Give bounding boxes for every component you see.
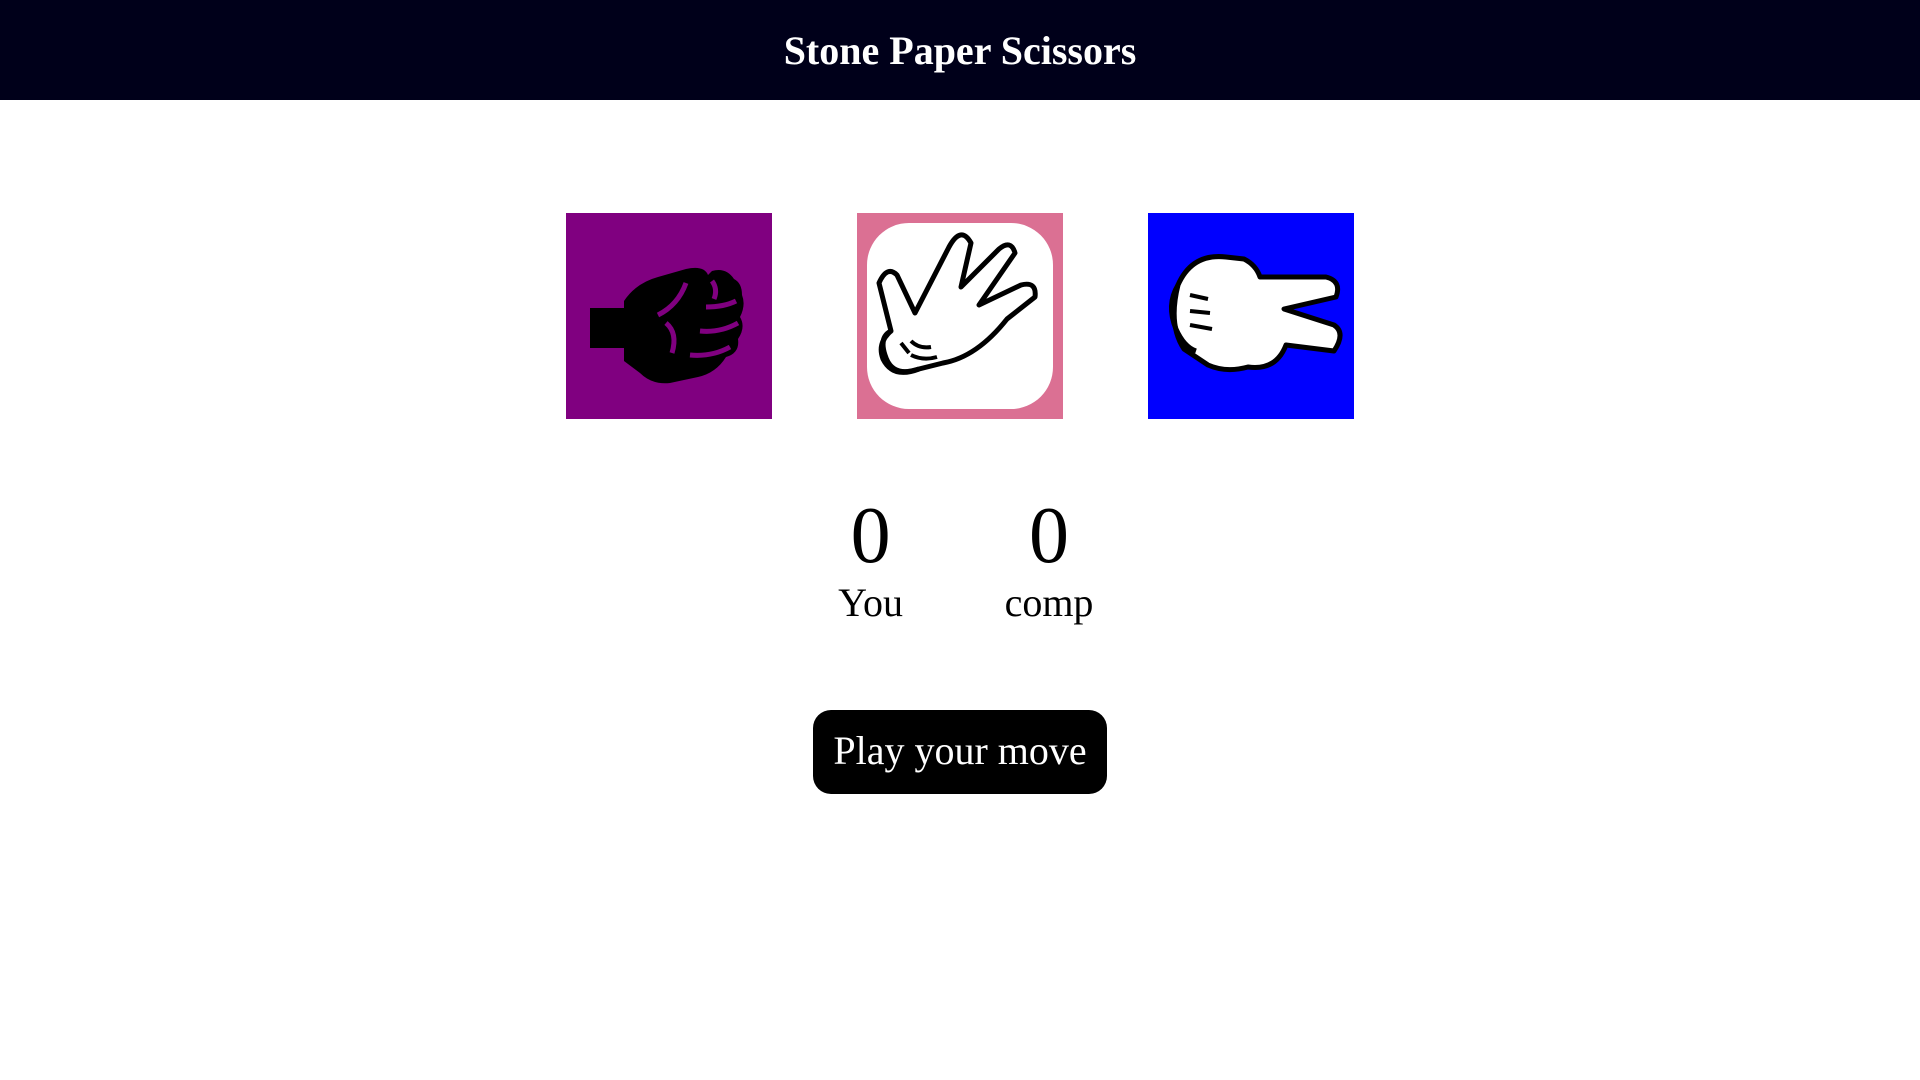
message-container: Play your move — [0, 710, 1920, 794]
user-score-block: 0 You — [827, 492, 915, 626]
status-message: Play your move — [813, 710, 1107, 794]
comp-score-label: comp — [1004, 580, 1094, 625]
comp-score: 0 — [1029, 492, 1069, 580]
header-bar: Stone Paper Scissors — [0, 0, 1920, 100]
fist-icon — [590, 267, 744, 384]
choices-row — [0, 213, 1920, 419]
rock-choice-button[interactable] — [566, 213, 772, 419]
page-title: Stone Paper Scissors — [783, 27, 1137, 73]
user-score-label: You — [838, 580, 903, 625]
paper-choice-button[interactable] — [857, 213, 1063, 419]
open-hand-icon — [867, 223, 1053, 409]
scissors-choice-button[interactable] — [1148, 213, 1354, 419]
comp-score-block: 0 comp — [1005, 492, 1094, 626]
user-score: 0 — [850, 492, 891, 580]
two-finger-hand-icon — [1169, 254, 1343, 373]
score-board: 0 You 0 comp — [0, 492, 1920, 626]
